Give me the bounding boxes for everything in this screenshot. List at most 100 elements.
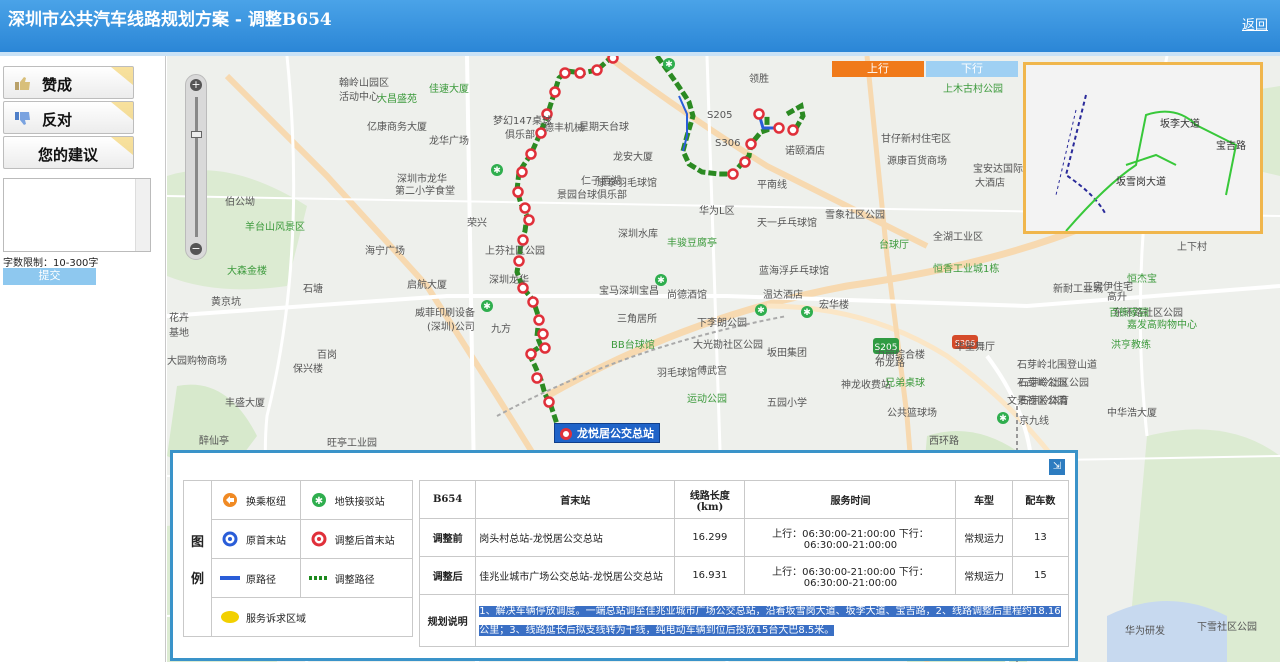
station-callout-label: 龙悦居公交总站 [577, 427, 654, 440]
map-place-label: 五园小学 [767, 398, 807, 409]
svg-text:✱: ✱ [803, 308, 811, 318]
approve-label: 赞成 [42, 76, 73, 94]
station-callout[interactable]: 龙悦居公交总站 [554, 423, 660, 443]
map-place-label: 保兴楼 [293, 364, 323, 375]
map-place-label: 诺颐酒店 [785, 146, 825, 157]
map-place-label: 台球厅 [879, 240, 909, 251]
submit-button[interactable]: 提交 [3, 268, 96, 285]
svg-text:✱: ✱ [314, 496, 322, 507]
svg-text:✱: ✱ [483, 302, 491, 312]
map-place-label: BB台球馆 [611, 340, 655, 351]
map-place-label: 神龙收费站 [841, 380, 891, 391]
map-place-label: 天一乒乓球馆 [757, 218, 817, 229]
legend-table: 图 例 换乘枢纽 ✱ 地铁接驳站 原首末站 调整后首末站 原路径 调整路径 服务… [183, 480, 414, 637]
oppose-button[interactable]: 反对 [3, 101, 134, 134]
map-place-label: 大森金楼 [227, 266, 267, 277]
map-place-label: 威菲印刷设备 [415, 308, 475, 319]
map-place-label: 羊台山风景区 [245, 222, 305, 233]
route-comparison-table: B654 首末站 线路长度 (km) 服务时间 车型 配车数 调整前 岗头村总站… [418, 480, 1070, 647]
map-place-label: 深圳龙华 [489, 275, 529, 286]
map-place-label: 佳速大厦 [429, 84, 469, 95]
map-place-label: 洪亨教练 [1111, 340, 1151, 351]
column-header: 车型 [955, 480, 1013, 519]
service-time-cell: 上行：06:30:00-21:00:00 下行：06:30:00-21:00:0… [744, 556, 957, 595]
inset-label: 坂李大道 [1160, 119, 1200, 130]
suggestion-scrollbar[interactable] [135, 179, 150, 251]
zoom-track[interactable] [195, 97, 198, 237]
map-place-label: 蓝海浮乒乓球馆 [759, 266, 829, 277]
map-place-label: 甘仔新村住宅区 [881, 134, 951, 145]
vehicle-type-cell: 常规运力 [955, 556, 1013, 595]
suggestion-input[interactable] [3, 178, 151, 252]
tab-upbound[interactable]: 上行 [832, 61, 924, 77]
map-place-label: 华星舞厅 [955, 342, 995, 353]
map-place-label: S306 [715, 138, 741, 149]
map-place-label: 平南线 [757, 180, 787, 191]
map-place-label: 西环路 [929, 436, 959, 447]
collapse-panel-button[interactable]: ⇲ [1049, 459, 1065, 475]
map-place-label: 百岗 [317, 350, 337, 361]
vehicle-count-cell: 13 [1011, 518, 1070, 557]
map-place-label: 海宁广场 [365, 246, 405, 257]
plan-description-cell: 1、解决车辆停放调度。一端总站调至佳兆业城市广场公交总站，沿着坂雪岗大道、坂李大… [475, 594, 1069, 647]
map-place-label: 力丽综合楼 [875, 350, 925, 361]
route-info-panel: ⇲ 图 例 换乘枢纽 ✱ 地铁接驳站 原首末站 调整后首末站 原路径 调整路径 … [170, 450, 1078, 661]
vehicle-type-cell: 常规运力 [955, 518, 1013, 557]
adjusted-terminal-icon [311, 531, 327, 547]
approve-button[interactable]: 赞成 [3, 66, 134, 99]
map-place-label: 俱乐部 [505, 130, 535, 141]
legend-label: 原首末站 [246, 535, 286, 547]
column-header: 服务时间 [744, 480, 957, 519]
tab-downbound[interactable]: 下行 [926, 61, 1018, 77]
map-place-label: 德丰机械 [544, 123, 584, 134]
map-place-label: 九方 [491, 324, 511, 335]
map-place-label: 源康百货商场 [887, 156, 947, 167]
metro-station-icon: ✱ [311, 493, 326, 507]
svg-text:✱: ✱ [757, 306, 765, 316]
map-place-label: 恒香工业城1栋 [933, 264, 1000, 275]
oppose-label: 反对 [42, 111, 73, 129]
map-place-label: 雪象社区公园 [825, 210, 885, 221]
map-place-label: 下雪社区公园 [1197, 622, 1257, 633]
map-canvas[interactable]: ✱ ✱ ✱ ✱ ✱ ✱ ✱ S205 S306 翰岭山园区 佳速大厦 大昌盛苑 活动中心 亿康商务… [167, 56, 1280, 662]
column-header: B654 [418, 480, 477, 519]
suggestion-label: 您的建议 [38, 146, 99, 164]
terminals-cell: 佳兆业城市广场公交总站-龙悦居公交总站 [475, 556, 676, 595]
legend-item: 原路径 [211, 558, 301, 598]
map-place-label: 中华浩大厦 [1107, 408, 1157, 419]
plan-description-text: 1、解决车辆停放调度。一端总站调至佳兆业城市广场公交总站，沿着坂雪岗大道、坂李大… [479, 605, 1061, 636]
suggestion-button[interactable]: 您的建议 [3, 136, 134, 169]
legend-item: 换乘枢纽 [211, 480, 301, 520]
zoom-slider-handle[interactable] [191, 131, 202, 138]
terminal-marker-icon [560, 428, 572, 440]
map-place-label: 丰骏豆腐亭 [667, 238, 717, 249]
map-place-label: 大园购物商场 [167, 356, 227, 367]
zoom-out-button[interactable]: − [190, 243, 202, 255]
map-place-label: 亿康商务大厦 [367, 122, 427, 133]
map-place-label: 翰岭山园区 [339, 78, 389, 89]
service-area-icon [221, 611, 239, 623]
svg-text:✱: ✱ [665, 60, 673, 70]
map-place-label: 尚德酒馆 [667, 290, 707, 301]
original-route-icon [220, 576, 240, 580]
map-place-label: 大昌盛苑 [377, 94, 417, 105]
table-row: 调整前 岗头村总站-龙悦居公交总站 16.299 上行：06:30:00-21:… [418, 518, 1070, 557]
map-place-label: 温达酒店 [763, 290, 803, 301]
row-label: 规划说明 [418, 594, 477, 647]
map-place-label: 基地 [169, 328, 189, 339]
back-link[interactable]: 返回 [1242, 14, 1268, 33]
map-place-label: 活动中心 [339, 92, 379, 103]
button-corner-decoration [111, 67, 133, 85]
map-place-label: 醉仙亭 [199, 436, 229, 447]
table-row: 规划说明 1、解决车辆停放调度。一端总站调至佳兆业城市广场公交总站，沿着坂雪岗大… [418, 594, 1069, 647]
map-place-label: 全湖工业区 [933, 232, 983, 243]
map-place-label: 深圳水库 [618, 229, 658, 240]
char-limit-text: 字数限制：10-300字 [3, 258, 99, 269]
map-place-label: 坂田集团 [767, 348, 807, 359]
map-place-label: 荣兴 [467, 218, 487, 229]
zoom-in-button[interactable]: + [190, 79, 202, 91]
zoom-control[interactable]: + − [185, 74, 207, 260]
map-place-label: 启航大厦 [407, 280, 447, 291]
terminals-cell: 岗头村总站-龙悦居公交总站 [475, 518, 676, 557]
legend-item: 调整路径 [299, 558, 414, 598]
